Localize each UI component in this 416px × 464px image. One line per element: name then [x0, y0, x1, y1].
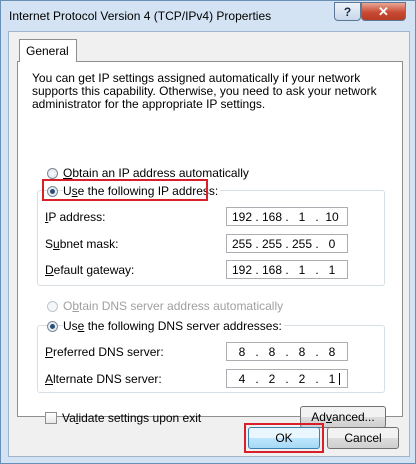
preferred-dns-input[interactable]: 8 . 8 . 8 . 8	[226, 342, 348, 361]
ip-octet: 8	[328, 345, 336, 359]
ip-octet: 255	[231, 237, 253, 251]
ip-octet: 192	[231, 210, 253, 224]
help-button[interactable]: ?	[334, 2, 361, 21]
ip-address-label: IP address:	[45, 210, 106, 224]
ip-octet: 2	[298, 372, 306, 386]
close-icon: ✕	[378, 3, 389, 19]
default-gateway-input[interactable]: 192 . 168 . 1 . 1	[226, 260, 348, 279]
obtain-dns-auto-radio[interactable]	[47, 301, 58, 312]
obtain-dns-auto-label[interactable]: Obtain DNS server address automatically	[63, 299, 283, 313]
ip-octet: 8	[238, 345, 246, 359]
tab-general-label: General	[26, 44, 69, 58]
cancel-button[interactable]: Cancel	[327, 427, 399, 449]
ip-octet: 8	[268, 345, 276, 359]
ip-octet: 1	[298, 210, 306, 224]
title-bar[interactable]: Internet Protocol Version 4 (TCP/IPv4) P…	[1, 1, 415, 31]
preferred-dns-label: Preferred DNS server:	[45, 345, 164, 359]
intro-text: You can get IP settings assigned automat…	[32, 71, 377, 111]
ok-button-highlight	[244, 423, 324, 453]
subnet-mask-label: Subnet mask:	[45, 237, 119, 251]
close-button[interactable]: ✕	[361, 2, 406, 21]
dialog-window: Internet Protocol Version 4 (TCP/IPv4) P…	[0, 0, 416, 464]
ip-octet: 1	[298, 263, 306, 277]
ip-octet: 255	[261, 237, 283, 251]
ip-octet: 168	[261, 210, 283, 224]
default-gateway-label: Default gateway:	[45, 263, 135, 277]
use-following-dns-label[interactable]: Use the following DNS server addresses:	[63, 319, 284, 333]
ip-octet: 168	[261, 263, 283, 277]
validate-settings-checkbox[interactable]	[45, 412, 57, 424]
ip-octet: 10	[325, 210, 339, 224]
ip-octet: 4	[238, 372, 246, 386]
ip-octet: 192	[231, 263, 253, 277]
window-title: Internet Protocol Version 4 (TCP/IPv4) P…	[9, 9, 272, 23]
ip-octet: 0	[328, 237, 336, 251]
subnet-mask-input[interactable]: 255 . 255 . 255 . 0	[226, 234, 348, 253]
general-panel: You can get IP settings assigned automat…	[17, 61, 403, 428]
ip-octet: 1	[328, 263, 336, 277]
text-caret	[339, 373, 340, 385]
obtain-ip-auto-radio[interactable]	[47, 168, 58, 179]
ip-option-highlight	[42, 179, 208, 201]
dialog-body: General You can get IP settings assigned…	[8, 31, 410, 457]
cancel-button-label: Cancel	[344, 431, 382, 445]
validate-settings-label[interactable]: Validate settings upon exit	[62, 411, 201, 425]
ip-address-input[interactable]: 192 . 168 . 1 . 10	[226, 207, 348, 226]
alternate-dns-label: Alternate DNS server:	[45, 372, 162, 386]
help-icon: ?	[343, 4, 352, 19]
tab-general[interactable]: General	[19, 39, 77, 62]
advanced-button-label: Advanced...	[311, 410, 375, 424]
obtain-ip-auto-label[interactable]: Obtain an IP address automatically	[63, 166, 249, 180]
ip-octet: 255	[291, 237, 313, 251]
alternate-dns-input[interactable]: 4 . 2 . 2 . 1	[226, 369, 348, 388]
ip-octet: 8	[298, 345, 306, 359]
use-following-dns-radio[interactable]	[47, 321, 58, 332]
ip-octet: 2	[268, 372, 276, 386]
